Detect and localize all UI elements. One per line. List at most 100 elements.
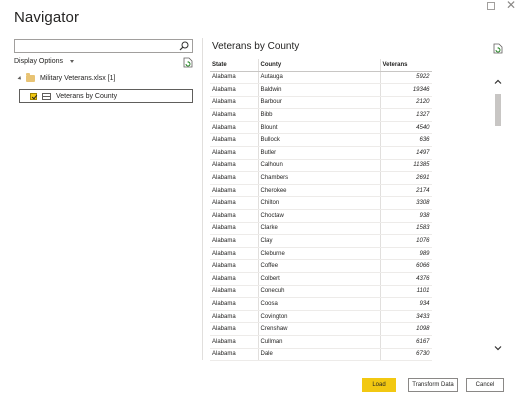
cell-state: Alabama [210, 108, 259, 122]
cell-county: Colbert [258, 272, 381, 286]
cell-county: Clay [258, 234, 381, 248]
transform-data-button[interactable]: Transform Data [408, 378, 458, 392]
tree-item-label: Veterans by County [56, 92, 118, 100]
expand-toggle-icon[interactable] [17, 76, 23, 81]
cell-veterans: 1497 [380, 146, 432, 160]
cell-state: Alabama [210, 196, 259, 211]
cell-veterans: 934 [380, 297, 432, 311]
chevron-down-icon[interactable] [494, 344, 502, 352]
folder-icon [26, 73, 35, 82]
maximize-button[interactable] [487, 2, 495, 10]
column-header-state[interactable]: State [210, 59, 259, 72]
search-input[interactable] [14, 39, 193, 53]
load-button[interactable]: Load [362, 378, 396, 392]
cell-county: Barbour [258, 96, 381, 110]
cell-state: Alabama [210, 209, 259, 223]
table-row: Alabama Bullock 636 [210, 133, 432, 148]
item-checkbox[interactable] [30, 92, 37, 100]
table-row: Alabama Coosa 934 [210, 297, 432, 311]
cell-county: Cullman [258, 335, 381, 349]
cell-state: Alabama [210, 310, 259, 324]
scrollbar-thumb[interactable] [495, 94, 501, 126]
cell-state: Alabama [210, 272, 259, 286]
cell-veterans: 636 [380, 133, 432, 148]
table-row: Alabama Covington 3433 [210, 310, 432, 324]
table-row: Alabama Barbour 2120 [210, 96, 432, 110]
cell-county: Choctaw [258, 209, 381, 223]
cell-veterans: 989 [380, 247, 432, 261]
cell-state: Alabama [210, 133, 259, 148]
cell-state: Alabama [210, 247, 259, 261]
cell-county: Coosa [258, 297, 381, 311]
cell-county: Butler [258, 146, 381, 160]
cell-veterans: 6066 [380, 259, 432, 273]
table-row: Alabama Coffee 6066 [210, 259, 432, 273]
table-row: Alabama Colbert 4376 [210, 272, 432, 286]
refresh-icon[interactable] [183, 57, 193, 68]
preview-table: State County Veterans Alabama Autauga 5922… [210, 59, 432, 361]
cell-veterans: 4540 [380, 121, 432, 135]
refresh-icon[interactable] [493, 43, 503, 54]
table-header-row: State County Veterans [210, 59, 432, 72]
table-row: Alabama Clay 1076 [210, 234, 432, 248]
chevron-up-icon[interactable] [494, 78, 502, 86]
cell-veterans: 2174 [380, 184, 432, 198]
cell-county: Chilton [258, 196, 381, 211]
table-row: Alabama Autauga 5922 [210, 71, 432, 85]
cell-county: Dale [258, 348, 381, 361]
cell-county: Clarke [258, 222, 381, 236]
cell-state: Alabama [210, 159, 259, 173]
cell-county: Bullock [258, 133, 381, 148]
table-row: Alabama Dale 6730 [210, 348, 432, 361]
table-body: Alabama Autauga 5922 Alabama Baldwin 19346 Ala… [210, 71, 432, 361]
column-header-county[interactable]: County [258, 59, 381, 72]
cell-veterans: 1327 [380, 108, 432, 122]
search-icon[interactable] [179, 41, 189, 51]
cell-county: Bibb [258, 108, 381, 122]
table-row: Alabama Crenshaw 1098 [210, 322, 432, 336]
table-row: Alabama Choctaw 938 [210, 209, 432, 223]
cell-county: Autauga [258, 71, 381, 85]
table-row: Alabama Chambers 2691 [210, 171, 432, 185]
table-row: Alabama Clarke 1583 [210, 222, 432, 236]
cell-veterans: 938 [380, 209, 432, 223]
cell-county: Coffee [258, 259, 381, 273]
cell-state: Alabama [210, 322, 259, 336]
column-header-veterans[interactable]: Veterans [380, 59, 432, 72]
cell-state: Alabama [210, 71, 259, 85]
tree-folder-military-veterans[interactable]: Military Veterans.xlsx [1] [17, 73, 115, 82]
table-row: Alabama Blount 4540 [210, 121, 432, 135]
cell-state: Alabama [210, 285, 259, 299]
table-row: Alabama Baldwin 19346 [210, 83, 432, 97]
table-row: Alabama Chilton 3308 [210, 196, 432, 211]
table-row: Alabama Calhoun 11385 [210, 159, 432, 173]
table-row: Alabama Cherokee 2174 [210, 184, 432, 198]
cell-veterans: 2120 [380, 96, 432, 110]
cell-state: Alabama [210, 335, 259, 349]
preview-title: Veterans by County [212, 41, 300, 52]
cell-state: Alabama [210, 171, 259, 185]
cell-county: Covington [258, 310, 381, 324]
display-options-dropdown[interactable]: Display Options [14, 58, 75, 65]
close-button[interactable]: ✕ [506, 0, 516, 11]
table-row: Alabama Cullman 6167 [210, 335, 432, 349]
vertical-scrollbar[interactable] [492, 78, 504, 356]
panel-divider [202, 38, 203, 360]
cell-state: Alabama [210, 121, 259, 135]
cell-county: Calhoun [258, 159, 381, 173]
cell-veterans: 2691 [380, 171, 432, 185]
cell-veterans: 1076 [380, 234, 432, 248]
cancel-button[interactable]: Cancel [466, 378, 504, 392]
cell-veterans: 1101 [380, 285, 432, 299]
cell-veterans: 5922 [380, 71, 432, 85]
table-row: Alabama Bibb 1327 [210, 108, 432, 122]
cell-state: Alabama [210, 222, 259, 236]
cell-veterans: 6167 [380, 335, 432, 349]
cell-state: Alabama [210, 259, 259, 273]
table-row: Alabama Cleburne 989 [210, 247, 432, 261]
tree-item-veterans-by-county[interactable]: Veterans by County [19, 89, 193, 103]
cell-veterans: 6730 [380, 348, 432, 361]
cell-county: Crenshaw [258, 322, 381, 336]
table-row: Alabama Conecuh 1101 [210, 285, 432, 299]
cell-veterans: 11385 [380, 159, 432, 173]
